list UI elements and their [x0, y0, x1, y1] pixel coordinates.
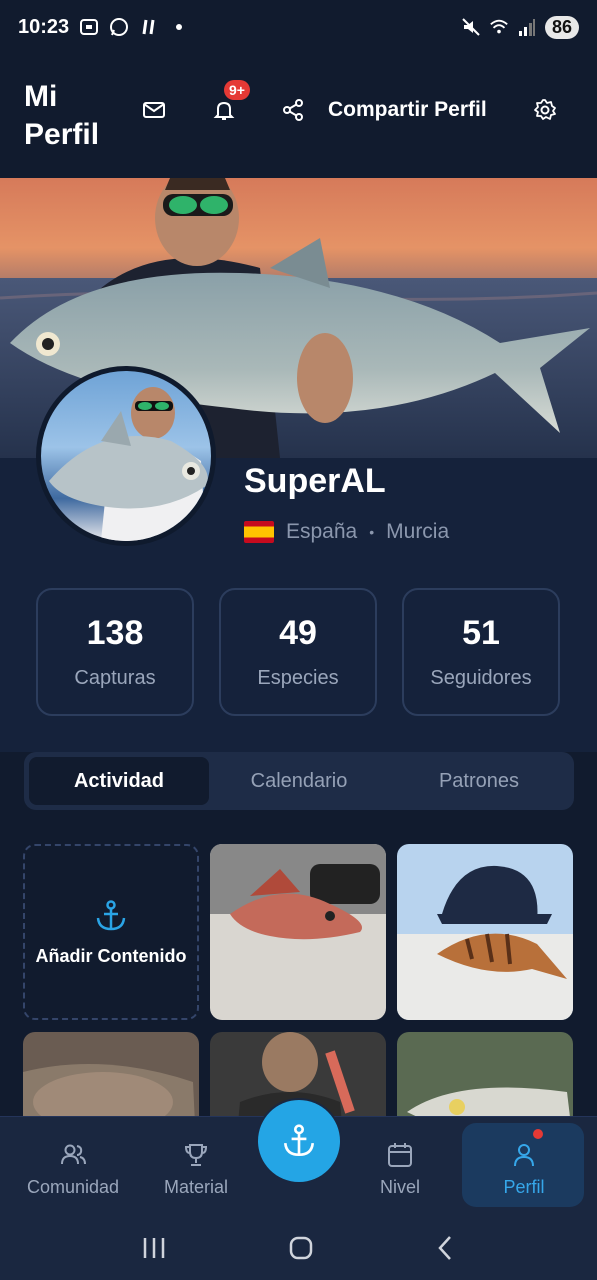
tab-calendario[interactable]: Calendario [209, 757, 389, 805]
spain-flag-icon [244, 521, 274, 543]
nav-label: Perfil [503, 1176, 545, 1197]
mail-button[interactable] [136, 92, 172, 128]
stat-value: 138 [86, 614, 144, 652]
home-button[interactable] [288, 1235, 314, 1266]
tab-actividad[interactable]: Actividad [29, 757, 209, 805]
page-title: Mi Perfil [24, 80, 100, 151]
stat-seguidores[interactable]: 51 Seguidores [402, 588, 560, 716]
calendar-icon [388, 1142, 412, 1167]
stat-label: Seguidores [430, 667, 532, 689]
notifications-button[interactable]: 9+ [206, 80, 250, 128]
stat-value: 51 [462, 614, 500, 652]
dot-icon [169, 17, 189, 37]
gallery-item[interactable] [210, 844, 386, 1020]
trophy-icon [184, 1143, 208, 1166]
stat-capturas[interactable]: 138 Capturas [36, 588, 194, 716]
add-content-button[interactable]: Añadir Contenido [23, 844, 199, 1020]
perfil-notification-dot [533, 1129, 543, 1139]
battery-level: 86 [544, 15, 579, 39]
back-icon [437, 1235, 451, 1260]
nav-nivel[interactable]: Nivel [340, 1117, 460, 1221]
avatar[interactable] [36, 366, 216, 546]
nav-label: Nivel [379, 1176, 420, 1197]
bell-icon [213, 101, 235, 120]
recent-apps-button[interactable] [141, 1236, 167, 1265]
profile-location: España • Murcia [244, 520, 449, 544]
profile-country: España [286, 520, 358, 543]
mail-icon [143, 102, 165, 118]
notification-badge: 9+ [224, 80, 250, 100]
anchor-icon [283, 1124, 315, 1157]
signal-icon [517, 17, 537, 37]
back-button[interactable] [435, 1235, 457, 1266]
home-icon [289, 1236, 312, 1259]
stat-label: Especies [257, 667, 339, 689]
profile-region: Murcia [386, 520, 450, 543]
user-icon [514, 1143, 534, 1166]
share-icon [283, 99, 303, 121]
share-profile-link[interactable]: Compartir Perfil [328, 98, 487, 122]
profile-tabs: Actividad Calendario Patrones [24, 752, 574, 810]
recent-apps-icon [143, 1237, 164, 1258]
add-catch-fab[interactable] [258, 1100, 340, 1182]
nav-label: Material [163, 1176, 229, 1197]
status-time: 10:23 [18, 15, 70, 38]
wifi-icon [489, 17, 509, 37]
users-icon [61, 1144, 86, 1164]
share-button[interactable] [275, 92, 311, 128]
anchor-icon [96, 899, 126, 930]
stat-label: Capturas [74, 667, 156, 689]
tab-patrones[interactable]: Patrones [389, 757, 569, 805]
profile-username: SuperAL [244, 462, 386, 500]
nav-label: Comunidad [26, 1176, 120, 1197]
gallery-item[interactable] [397, 844, 573, 1020]
stat-especies[interactable]: 49 Especies [219, 588, 377, 716]
nav-material[interactable]: Material [136, 1117, 256, 1221]
location-separator: • [369, 524, 375, 540]
app-header: Mi Perfil 9+ Compartir Perfil [0, 54, 597, 178]
app-icon [139, 17, 159, 37]
gear-icon [534, 99, 556, 120]
status-bar: 10:23 86 [0, 0, 597, 54]
settings-button[interactable] [527, 92, 563, 128]
stat-value: 49 [279, 614, 317, 652]
nav-perfil[interactable]: Perfil [464, 1117, 584, 1221]
system-navigation-bar [0, 1220, 597, 1280]
mute-icon [461, 17, 481, 37]
whatsapp-icon [109, 17, 129, 37]
nav-comunidad[interactable]: Comunidad [13, 1117, 133, 1221]
screenshot-icon [79, 17, 99, 37]
add-content-label: Añadir Contenido [35, 945, 187, 966]
